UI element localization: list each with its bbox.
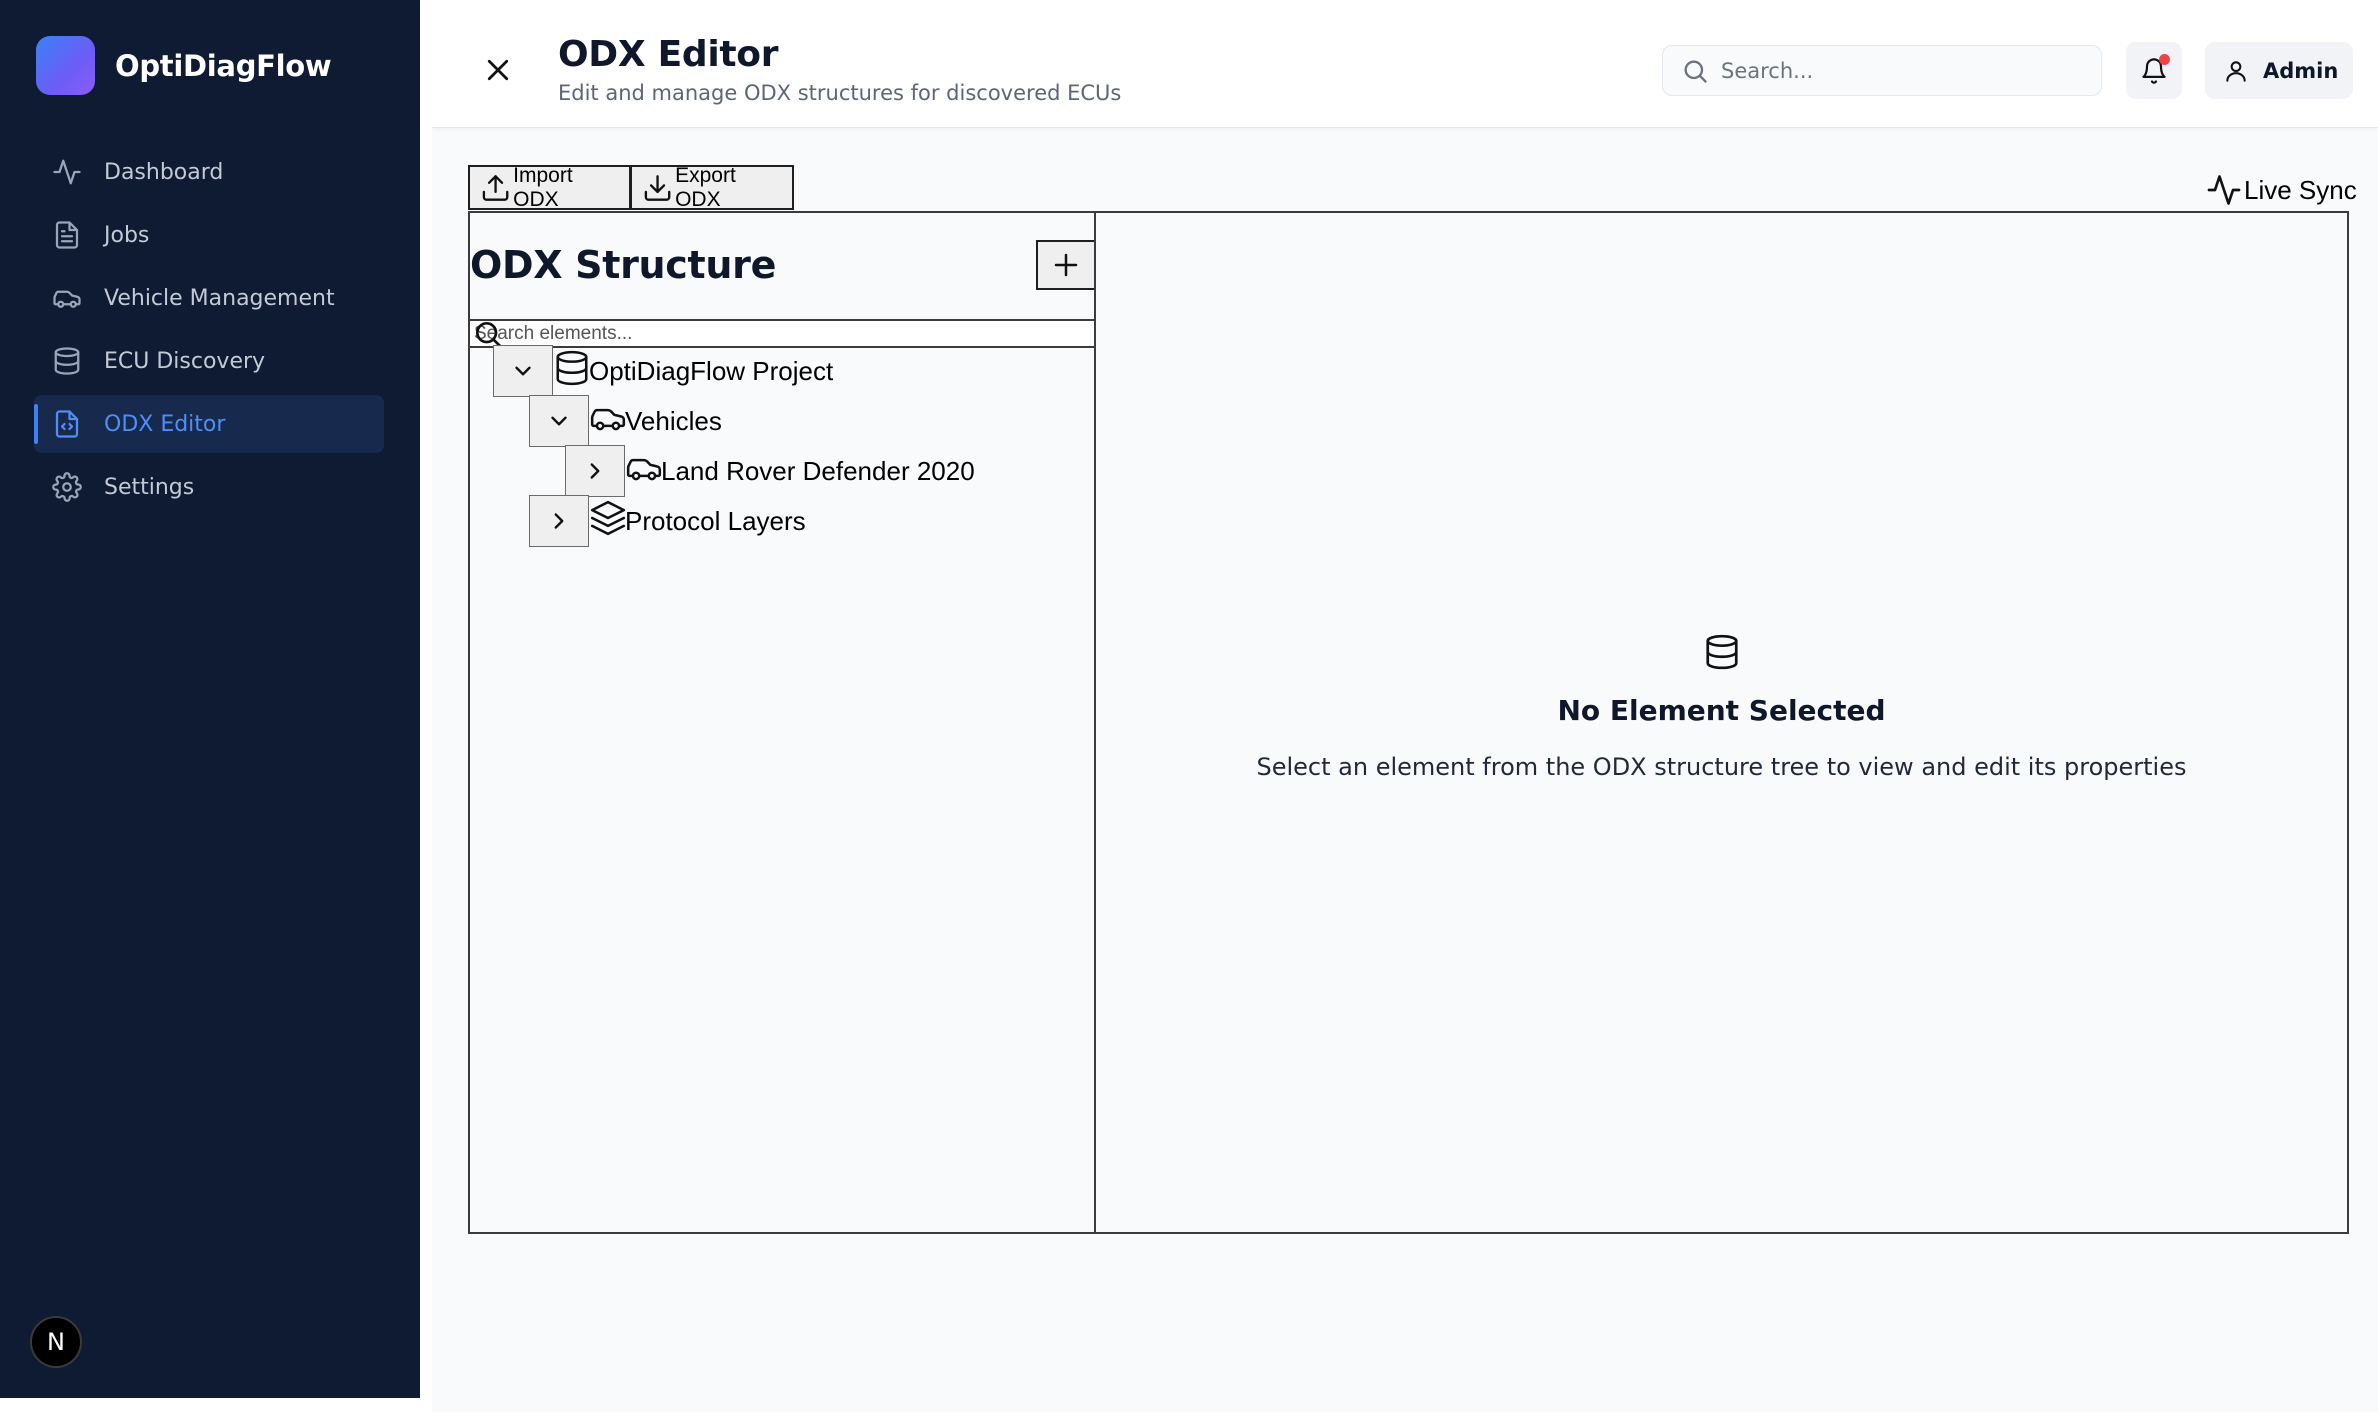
add-element-button[interactable]: [1036, 240, 1096, 290]
live-sync-indicator: Live Sync: [2206, 172, 2357, 208]
export-odx-label: Export ODX: [675, 163, 736, 211]
tree-node-project[interactable]: OptiDiagFlow Project: [493, 345, 833, 397]
tree-node-vehicles[interactable]: Vehicles: [529, 395, 722, 447]
sidebar-item-vehicle-management[interactable]: Vehicle Management: [34, 269, 384, 327]
brand[interactable]: OptiDiagFlow: [36, 36, 332, 95]
import-odx-label: Import ODX: [513, 163, 573, 211]
chevron-right-icon: [590, 463, 600, 479]
chevron-right-icon: [554, 513, 564, 529]
notification-dot: [2159, 54, 2170, 65]
import-odx-button[interactable]: Import ODX: [468, 163, 631, 211]
sidebar-item-label: ODX Editor: [104, 411, 226, 437]
layers-icon: [590, 500, 626, 536]
plus-icon: [1054, 253, 1078, 277]
car-icon: [53, 290, 81, 308]
tree-node-label[interactable]: Land Rover Defender 2020: [661, 456, 975, 487]
expand-toggle[interactable]: [565, 445, 625, 497]
odx-structure-title: ODX Structure: [470, 243, 777, 287]
file-code-icon: [55, 410, 79, 438]
gear-icon: [52, 472, 82, 502]
notifications-button[interactable]: [2126, 42, 2182, 99]
odx-structure-panel: ODX Structure OptiDiagFlow Project Vehic…: [468, 211, 1096, 1234]
sidebar-item-label: ECU Discovery: [104, 348, 266, 374]
user-icon: [2226, 60, 2246, 82]
expand-toggle[interactable]: [529, 395, 589, 447]
app-name: OptiDiagFlow: [115, 48, 332, 83]
car-icon: [590, 408, 626, 431]
sidebar-item-ecu-discovery[interactable]: ECU Discovery: [34, 332, 384, 390]
user-menu-button[interactable]: Admin: [2205, 42, 2353, 99]
expand-toggle[interactable]: [529, 495, 589, 547]
sidebar-item-odx-editor[interactable]: ODX Editor: [34, 395, 384, 453]
tree-node-land-rover-defender[interactable]: Land Rover Defender 2020: [565, 445, 975, 497]
search-icon: [1684, 59, 1707, 83]
user-name: Admin: [2263, 58, 2339, 83]
sidebar: OptiDiagFlow Dashboard Jobs Vehicle Mana…: [0, 0, 420, 1398]
empty-state-description: Select an element from the ODX structure…: [1256, 753, 2187, 781]
expand-toggle[interactable]: [493, 345, 553, 397]
page-subtitle: Edit and manage ODX structures for disco…: [558, 81, 1122, 105]
global-search[interactable]: [1662, 45, 2102, 96]
sidebar-item-label: Dashboard: [104, 159, 224, 185]
database-icon: [556, 350, 588, 386]
activity-icon: [53, 159, 81, 185]
sidebar-item-label: Vehicle Management: [104, 285, 335, 311]
database-icon: [1705, 634, 1738, 670]
file-text-icon: [55, 221, 79, 249]
bottom-strip: [0, 1398, 420, 1422]
empty-state-title: No Element Selected: [1557, 694, 1886, 727]
download-icon: [644, 174, 671, 201]
tree-node-label[interactable]: Protocol Layers: [625, 506, 806, 537]
main-content: ODX Editor Edit and manage ODX structure…: [432, 10, 2378, 1412]
car-icon: [626, 458, 662, 481]
sidebar-item-dashboard[interactable]: Dashboard: [34, 143, 384, 201]
app-logo: [36, 36, 95, 95]
tree-node-protocol-layers[interactable]: Protocol Layers: [529, 495, 806, 547]
sidebar-item-settings[interactable]: Settings: [34, 458, 384, 516]
top-header: ODX Editor Edit and manage ODX structure…: [432, 10, 2378, 128]
activity-icon: [2207, 175, 2241, 205]
element-search-input[interactable]: [474, 321, 1074, 346]
live-sync-label: Live Sync: [2244, 174, 2357, 205]
chevron-down-icon: [515, 366, 531, 376]
chevron-down-icon: [551, 416, 567, 426]
page-title: ODX Editor: [558, 34, 779, 75]
close-icon: [487, 59, 509, 81]
sidebar-item-jobs[interactable]: Jobs: [34, 206, 384, 264]
tree-node-label[interactable]: Vehicles: [625, 406, 722, 437]
next-dev-badge[interactable]: N: [30, 1316, 82, 1368]
element-details-panel: No Element Selected Select an element fr…: [1094, 211, 2349, 1234]
tree-node-label[interactable]: OptiDiagFlow Project: [589, 356, 833, 387]
sidebar-nav: Dashboard Jobs Vehicle Management ECU Di…: [34, 143, 384, 521]
sidebar-item-label: Settings: [104, 474, 195, 500]
export-odx-button[interactable]: Export ODX: [630, 163, 794, 211]
upload-icon: [482, 174, 509, 201]
empty-state: No Element Selected Select an element fr…: [1096, 633, 2347, 781]
close-button[interactable]: [480, 52, 516, 88]
search-input[interactable]: [1721, 58, 2081, 83]
element-search[interactable]: [470, 319, 1096, 348]
database-icon: [54, 347, 80, 375]
sidebar-item-label: Jobs: [104, 222, 150, 248]
